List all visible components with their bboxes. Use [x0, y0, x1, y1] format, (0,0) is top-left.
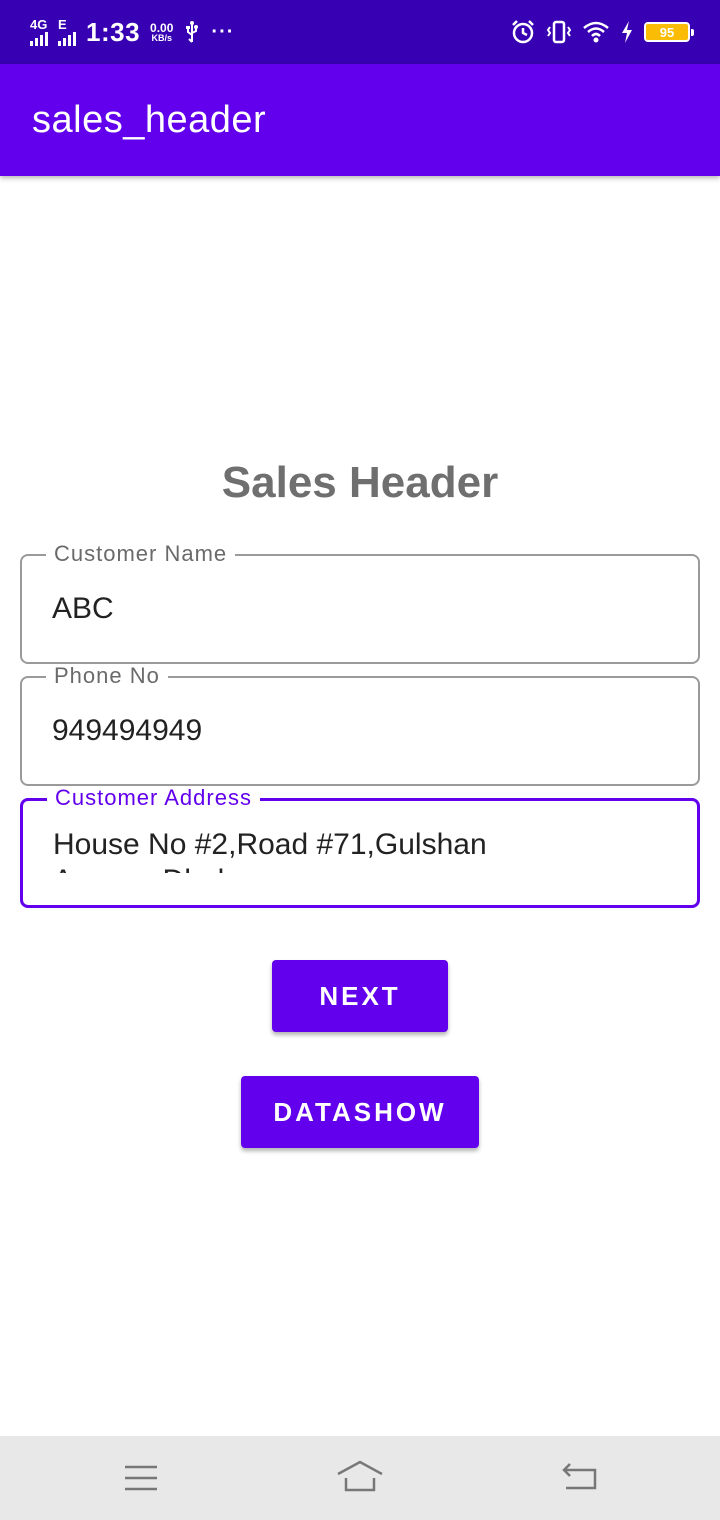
phone-no-input[interactable]: 949494949: [52, 714, 678, 748]
signal-bars-icon: [58, 32, 76, 46]
speed-unit: KB/s: [151, 32, 172, 43]
back-icon[interactable]: [560, 1456, 600, 1500]
page-heading: Sales Header: [221, 458, 499, 507]
signal-bars-icon: [30, 32, 48, 46]
network-4g-label: 4G: [30, 17, 48, 32]
customer-address-field[interactable]: Customer Address House No #2,Road #71,Gu…: [20, 786, 700, 908]
app-title: sales_header: [32, 98, 267, 141]
battery-level: 95: [659, 24, 675, 40]
status-left: 4G E 1:33 0.00 KB/s ···: [30, 0, 234, 64]
customer-name-label: Customer Name: [46, 542, 236, 566]
network-e-label: E: [58, 17, 67, 32]
wifi-icon: [583, 21, 609, 43]
customer-address-input[interactable]: House No #2,Road #71,Gulshan Avenue,Dhak…: [53, 827, 677, 873]
customer-name-field[interactable]: Customer Name ABC: [20, 542, 700, 664]
charging-icon: [622, 21, 632, 43]
network-4g: 4G: [30, 18, 48, 46]
app-bar: sales_header: [0, 64, 720, 176]
customer-address-label: Customer Address: [47, 786, 260, 810]
network-speed: 0.00 KB/s: [150, 22, 173, 43]
clock: 1:33: [86, 16, 141, 47]
network-e: E: [58, 18, 76, 46]
customer-name-input[interactable]: ABC: [52, 592, 678, 626]
menu-icon[interactable]: [122, 1456, 160, 1500]
speed-value: 0.00: [150, 20, 174, 35]
phone-no-label: Phone No: [46, 664, 168, 688]
datashow-button[interactable]: DATASHOW: [241, 1076, 479, 1148]
alarm-icon: [512, 20, 534, 44]
status-right: 95: [510, 0, 694, 64]
next-button[interactable]: NEXT: [272, 960, 448, 1032]
battery-icon: 95: [644, 22, 694, 42]
more-notifications-icon: ···: [211, 20, 235, 43]
usb-icon: [186, 21, 199, 43]
vibrate-icon: [546, 20, 572, 44]
status-bar: 4G E 1:33 0.00 KB/s ··· 95: [0, 0, 720, 64]
home-icon[interactable]: [335, 1456, 385, 1500]
phone-no-field[interactable]: Phone No 949494949: [20, 664, 700, 786]
navigation-bar: [0, 1436, 720, 1520]
